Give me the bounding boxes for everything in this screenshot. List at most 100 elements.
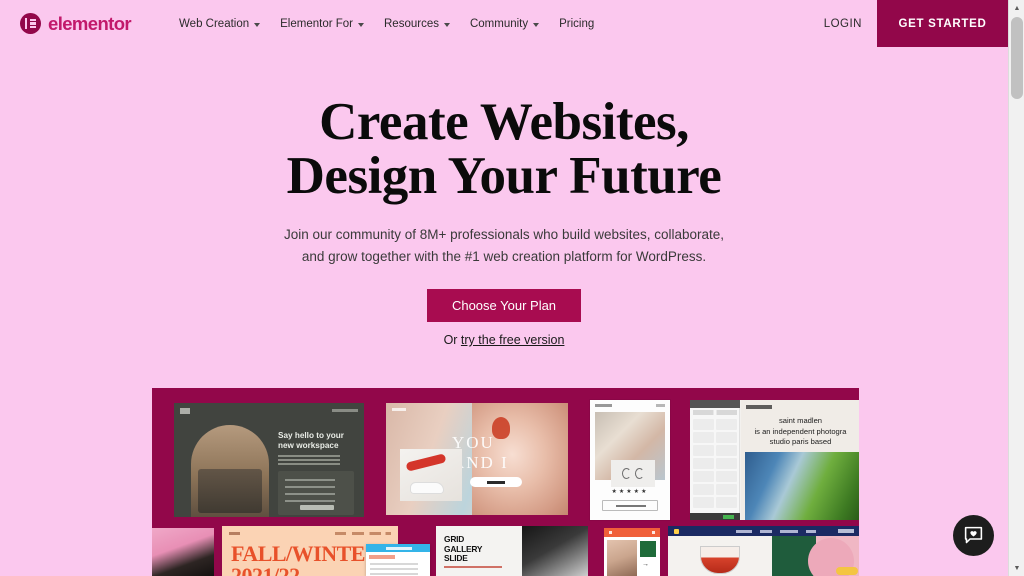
you-and-i-title: YOU AND I [452, 433, 562, 473]
elementor-logo-icon [20, 13, 41, 34]
rating-stars: ★★★★★ [611, 489, 649, 495]
template-gallery-panel: Say hello to your new workspace YOU AND [152, 388, 859, 576]
chevron-down-icon [358, 22, 364, 27]
template-card-product[interactable]: → [604, 528, 660, 576]
nav-label: Community [469, 17, 529, 30]
template-topbar [595, 404, 665, 408]
editor-widget-grid [693, 419, 737, 508]
editor-panel-header [690, 400, 740, 408]
publish-button [723, 514, 734, 519]
template-topbar [229, 532, 391, 536]
cocktail-cta [838, 529, 854, 533]
hero-section: Create Websites, Design Your Future Join… [0, 47, 1008, 347]
chat-widget-button[interactable] [953, 515, 994, 556]
workspace-form-button [300, 505, 334, 510]
template-card-cocktail[interactable] [668, 526, 859, 576]
hero-subtitle: Join our community of 8M+ professionals … [0, 224, 1008, 267]
template-card-jewelry[interactable]: ★★★★★ [590, 400, 670, 520]
cocktail-logo [674, 529, 679, 534]
template-logo [180, 408, 202, 414]
add-to-cart-button [602, 500, 658, 511]
furniture-image [198, 469, 262, 513]
title-line-2: GALLERY [444, 543, 483, 554]
logo-wordmark: elementor [48, 12, 132, 34]
page-viewport: elementor Web Creation Elementor For Res… [0, 0, 1008, 576]
text-line-3: studio paris based [769, 437, 832, 446]
chevron-down-icon [533, 22, 540, 27]
template-nav [335, 532, 391, 535]
template-cta-pill [470, 477, 522, 487]
title-line-3: SLIDE [444, 553, 468, 563]
editor-panel-footer [690, 513, 740, 520]
arrow-right-icon: → [642, 561, 649, 568]
template-card-you-and-i[interactable]: YOU AND I [386, 403, 568, 515]
editor-sidebar-panel [690, 400, 740, 520]
choose-your-plan-button[interactable]: Choose Your Plan [426, 289, 582, 322]
title-line-2: 2021/22 [231, 563, 300, 576]
template-card-editor-saint-madlen[interactable]: saint madlen is an independent photogra … [690, 400, 859, 520]
saint-madlen-text: saint madlen is an independent photogra … [745, 416, 856, 448]
product-inset-image [400, 449, 462, 501]
free-version-prompt: Or try the free version [0, 333, 1008, 347]
nav-item-community[interactable]: Community [469, 17, 540, 30]
nav-item-pricing[interactable]: Pricing [559, 18, 594, 30]
scrollbar-thumb[interactable] [1011, 17, 1023, 99]
template-card-mobile-app[interactable] [366, 544, 430, 576]
get-started-button[interactable]: GET STARTED [877, 0, 1008, 47]
product-model-image [607, 540, 637, 576]
cocktail-pink-panel [808, 536, 859, 576]
cocktail-left-panel [668, 536, 772, 576]
chat-bubble-heart-icon [964, 526, 983, 544]
template-logo [229, 532, 240, 535]
text-line-2: is an independent photogra [754, 426, 847, 436]
grid-gallery-subtitle-rule [444, 566, 502, 568]
cocktail-navbar [668, 526, 859, 536]
try-free-version-link[interactable]: try the free version [461, 333, 565, 347]
red-strap [405, 453, 447, 472]
browser-scrollbar[interactable]: ▲ ▼ [1008, 0, 1024, 576]
grid-gallery-image [522, 526, 588, 576]
free-version-prefix: Or [443, 333, 461, 347]
workspace-heading: Say hello to your new workspace [278, 431, 344, 450]
headline-line-1: Create Websites, [319, 93, 689, 151]
nav-label: Web Creation [179, 17, 250, 30]
chevron-down-icon [443, 22, 450, 27]
editor-panel-tabs [693, 410, 737, 415]
scrollbar-up-arrow[interactable]: ▲ [1009, 0, 1024, 16]
cocktail-glass-image [700, 546, 740, 574]
shoe-image [410, 482, 444, 494]
earring-swatch [611, 460, 655, 487]
site-header: elementor Web Creation Elementor For Res… [0, 0, 1008, 47]
grid-gallery-title: GRID GALLERY SLIDE [444, 534, 483, 564]
title-line-1: GRID [444, 534, 465, 544]
canvas-logo [746, 405, 772, 409]
nav-label: Resources [384, 17, 439, 30]
workspace-paragraph-lines [278, 455, 340, 457]
template-card-portrait[interactable] [152, 528, 214, 576]
scrollbar-down-arrow[interactable]: ▼ [1009, 560, 1024, 576]
nav-item-elementor-for[interactable]: Elementor For [280, 18, 364, 30]
template-card-grid-gallery[interactable]: GRID GALLERY SLIDE [436, 526, 588, 576]
nav-label: Pricing [559, 17, 595, 30]
editor-canvas: saint madlen is an independent photogra … [741, 400, 859, 520]
text-line-1: saint madlen [778, 416, 823, 425]
nav-item-web-creation[interactable]: Web Creation [179, 17, 261, 30]
template-card-workspace[interactable]: Say hello to your new workspace [174, 403, 364, 517]
elementor-logo[interactable]: elementor [20, 12, 132, 35]
headline-line-2: Design Your Future [286, 147, 722, 205]
main-navigation: Web Creation Elementor For Resources Com… [179, 18, 594, 30]
template-topbar [180, 408, 358, 415]
nav-label: Elementor For [280, 17, 353, 30]
page-title: Create Websites, Design Your Future [0, 95, 1008, 203]
mobile-app-header [366, 544, 430, 552]
login-link[interactable]: LOGIN [824, 18, 862, 30]
product-topbar [604, 528, 660, 537]
yellow-accent-shape [836, 567, 858, 575]
subtitle-line-1: Join our community of 8M+ professionals … [283, 227, 725, 242]
canvas-photo [745, 452, 859, 520]
template-nav [656, 404, 665, 407]
fall-winter-title: FALL/WINTE 2021/22 [231, 543, 365, 576]
workspace-form [278, 471, 354, 515]
template-nav [332, 409, 358, 412]
nav-item-resources[interactable]: Resources [384, 18, 450, 30]
